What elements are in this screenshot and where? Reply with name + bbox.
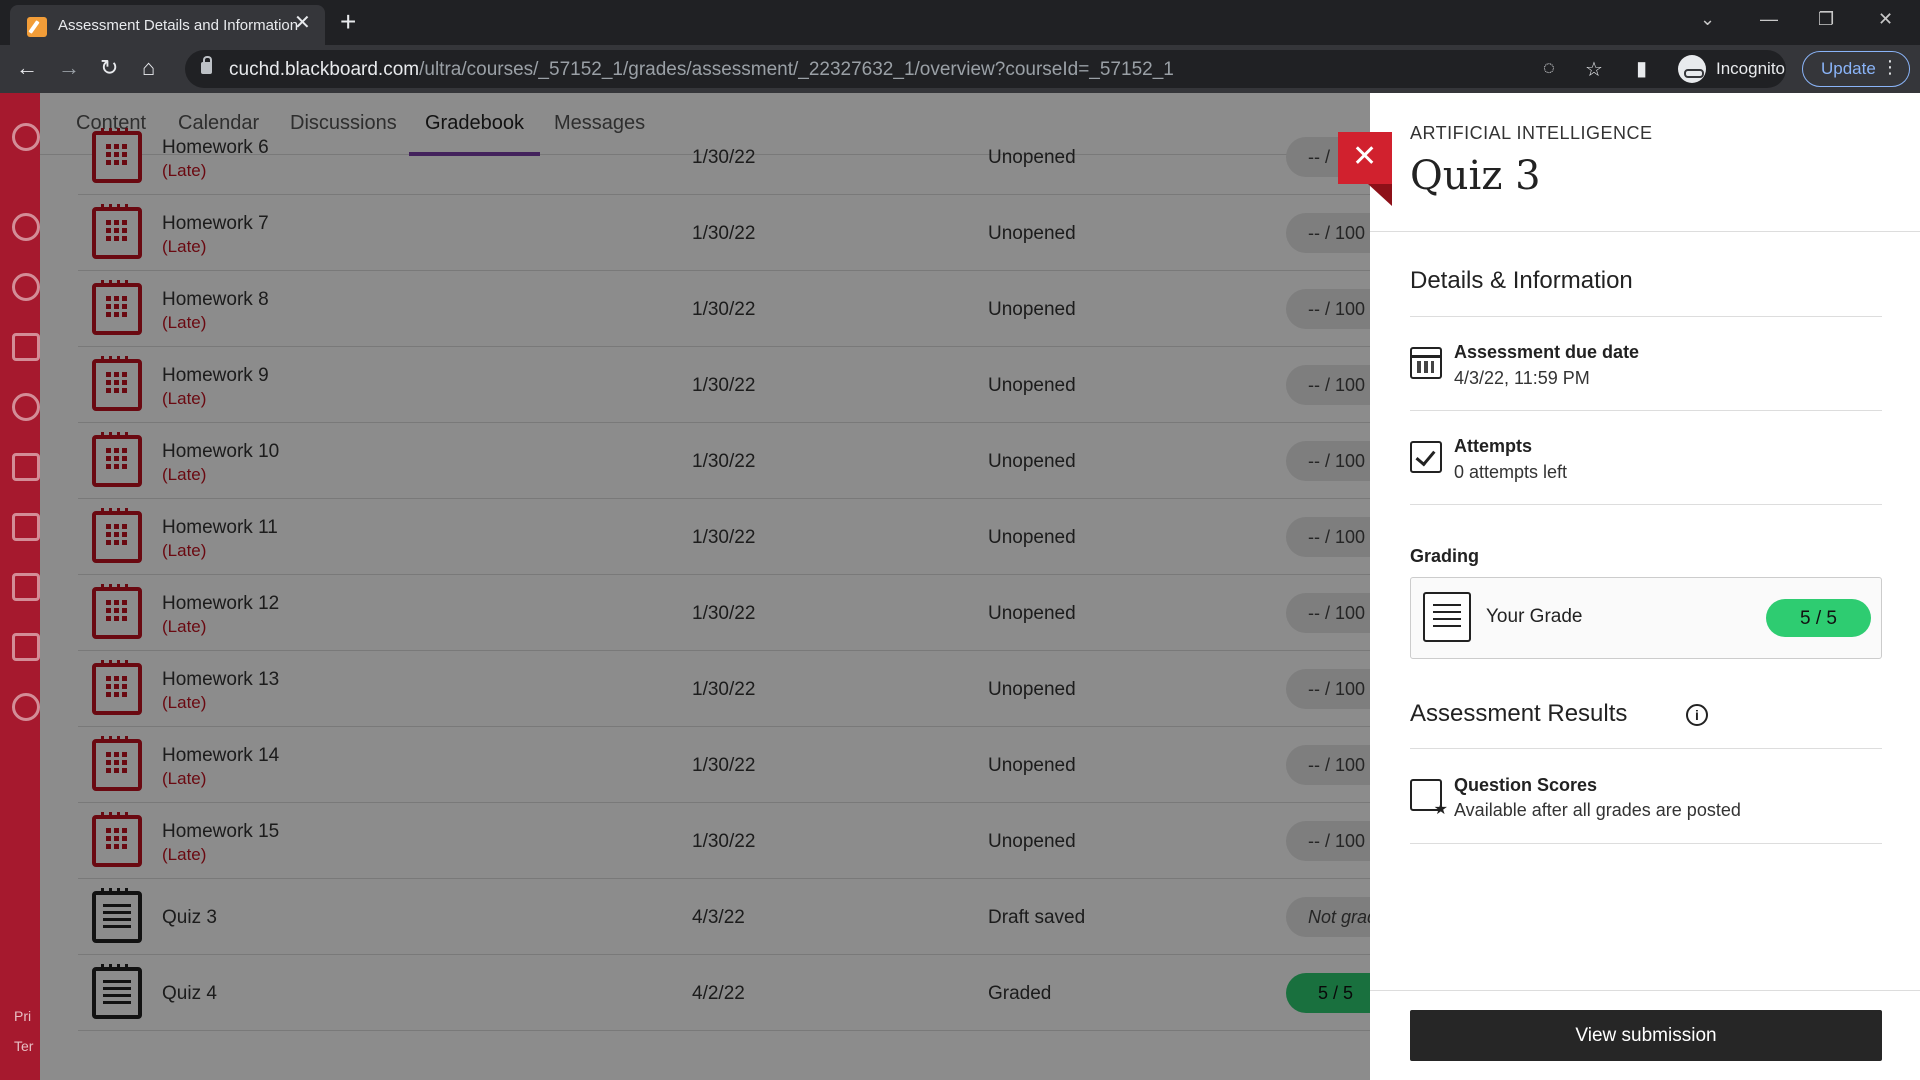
tab-search-icon[interactable]: ⌄ xyxy=(1700,9,1715,30)
calendar-icon xyxy=(1410,347,1442,379)
home-icon[interactable]: ⌂ xyxy=(142,55,155,81)
messages-icon[interactable] xyxy=(12,513,40,541)
privacy-link[interactable]: Pri xyxy=(14,1008,31,1024)
update-button[interactable]: Update ⋮ xyxy=(1802,51,1910,87)
due-date-value: 4/3/22, 11:59 PM xyxy=(1454,368,1590,388)
modal-backdrop[interactable] xyxy=(40,93,1370,1080)
address-bar[interactable]: cuchd.blackboard.com/ultra/courses/_5715… xyxy=(185,50,1786,88)
divider xyxy=(1370,231,1920,232)
view-submission-button[interactable]: View submission xyxy=(1410,1010,1882,1061)
left-navigation: Pri Ter xyxy=(0,93,40,1080)
url-text[interactable]: cuchd.blackboard.com/ultra/courses/_5715… xyxy=(229,59,1174,81)
restore-button[interactable]: ❐ xyxy=(1818,9,1834,30)
lock-icon[interactable] xyxy=(201,56,212,74)
attempts-value: 0 attempts left xyxy=(1454,462,1568,482)
divider xyxy=(1410,410,1882,411)
terms-link[interactable]: Ter xyxy=(14,1038,33,1054)
footer-divider xyxy=(1370,990,1920,991)
close-tab-icon[interactable]: ✕ xyxy=(294,13,311,33)
your-grade-label: Your Grade xyxy=(1486,606,1583,627)
close-panel-button[interactable]: ✕ xyxy=(1338,132,1392,206)
profile-icon[interactable] xyxy=(12,213,40,241)
blackboard-favicon-icon xyxy=(27,17,47,37)
update-label: Update xyxy=(1821,59,1876,78)
forward-icon[interactable]: → xyxy=(58,55,80,81)
side-panel-icon[interactable]: ▮ xyxy=(1636,56,1647,82)
new-tab-button[interactable]: + xyxy=(340,8,356,36)
divider xyxy=(1410,748,1882,749)
question-scores-value: Available after all grades are posted xyxy=(1454,800,1741,820)
assessment-details-panel: ARTIFICIAL INTELLIGENCE Quiz 3 Details &… xyxy=(1370,93,1920,1080)
sign-out-icon[interactable] xyxy=(12,693,40,721)
info-icon[interactable]: i xyxy=(1686,704,1708,726)
back-icon[interactable]: ← xyxy=(16,55,38,81)
incognito-indicator[interactable]: Incognito xyxy=(1678,53,1785,85)
incognito-icon xyxy=(1678,55,1706,83)
results-heading-row: Assessment Results i xyxy=(1410,700,1882,734)
your-grade-card: Your Grade 5 / 5 xyxy=(1410,577,1882,659)
document-icon xyxy=(1423,592,1471,642)
checkbox-icon xyxy=(1410,441,1442,473)
question-scores-icon xyxy=(1410,779,1448,819)
courses-icon[interactable] xyxy=(12,333,40,361)
divider xyxy=(1410,843,1882,844)
browser-tab-strip: Assessment Details and Information ✕ + ⌄… xyxy=(0,0,1920,45)
minimize-button[interactable]: — xyxy=(1760,9,1778,30)
course-page: Pri Ter Content Calendar Discussions Gra… xyxy=(0,93,1370,1080)
tab-title: Assessment Details and Information xyxy=(58,17,299,34)
details-heading: Details & Information xyxy=(1410,267,1633,294)
calendar-icon[interactable] xyxy=(12,453,40,481)
panel-title: Quiz 3 xyxy=(1410,153,1541,199)
kebab-menu-icon[interactable]: ⋮ xyxy=(1881,57,1899,78)
grades-icon[interactable] xyxy=(12,573,40,601)
settings-icon[interactable] xyxy=(12,123,40,151)
tools-icon[interactable] xyxy=(12,633,40,661)
globe-icon[interactable] xyxy=(12,273,40,301)
bookmark-star-icon[interactable]: ☆ xyxy=(1585,57,1603,82)
attempts-title: Attempts xyxy=(1454,436,1533,456)
course-name: ARTIFICIAL INTELLIGENCE xyxy=(1410,123,1653,143)
close-window-button[interactable]: ✕ xyxy=(1878,9,1893,30)
due-date-title: Assessment due date xyxy=(1454,342,1640,362)
organizations-icon[interactable] xyxy=(12,393,40,421)
eye-off-icon[interactable]: ◌ xyxy=(1543,57,1555,80)
browser-tab[interactable]: Assessment Details and Information ✕ xyxy=(10,5,325,45)
results-heading: Assessment Results xyxy=(1410,700,1628,727)
divider xyxy=(1410,504,1882,505)
question-scores-title: Question Scores xyxy=(1454,775,1598,795)
grade-score-pill: 5 / 5 xyxy=(1766,599,1871,637)
grading-label: Grading xyxy=(1410,546,1480,566)
divider xyxy=(1410,316,1882,317)
incognito-label: Incognito xyxy=(1716,59,1785,78)
close-icon[interactable]: ✕ xyxy=(1352,140,1377,174)
browser-toolbar: ← → ↻ ⌂ cuchd.blackboard.com/ultra/cours… xyxy=(0,45,1920,93)
reload-icon[interactable]: ↻ xyxy=(100,55,118,81)
